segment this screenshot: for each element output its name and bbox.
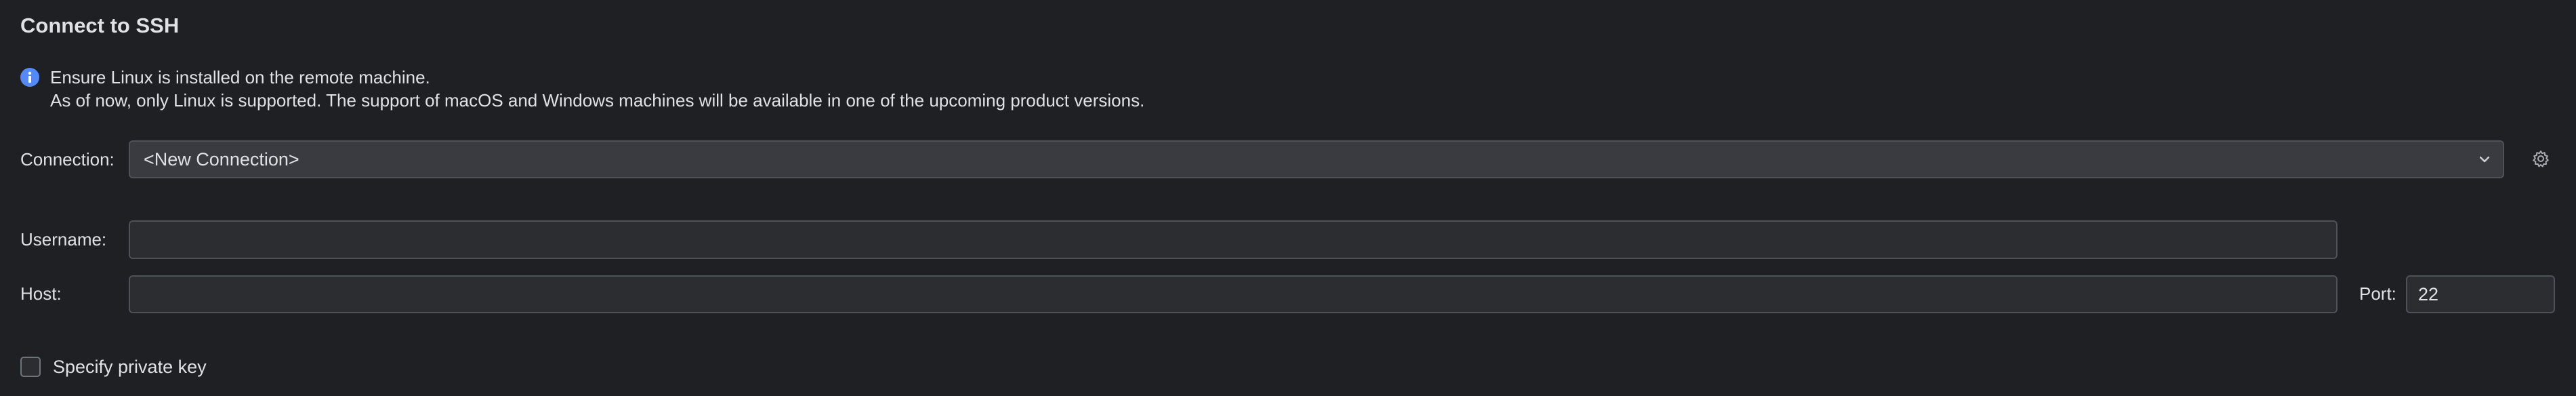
host-label: Host: (20, 283, 62, 304)
username-input[interactable] (129, 220, 2338, 259)
info-icon (20, 68, 39, 87)
username-label: Username: (20, 229, 107, 250)
port-value: 22 (2418, 284, 2439, 304)
connection-selected-value: <New Connection> (144, 149, 299, 170)
connection-dropdown[interactable]: <New Connection> (129, 140, 2504, 178)
private-key-label[interactable]: Specify private key (53, 355, 207, 378)
host-input[interactable] (129, 275, 2338, 313)
connection-label: Connection: (20, 149, 115, 170)
chevron-down-icon (2479, 156, 2490, 163)
info-message-line-2: As of now, only Linux is supported. The … (50, 90, 1145, 111)
info-message-line-1: Ensure Linux is installed on the remote … (50, 67, 430, 87)
gear-icon[interactable] (2531, 149, 2550, 168)
port-label: Port: (2359, 283, 2396, 304)
private-key-checkbox[interactable] (20, 357, 41, 377)
dialog-title: Connect to SSH (20, 14, 180, 37)
port-input[interactable]: 22 (2406, 275, 2555, 313)
